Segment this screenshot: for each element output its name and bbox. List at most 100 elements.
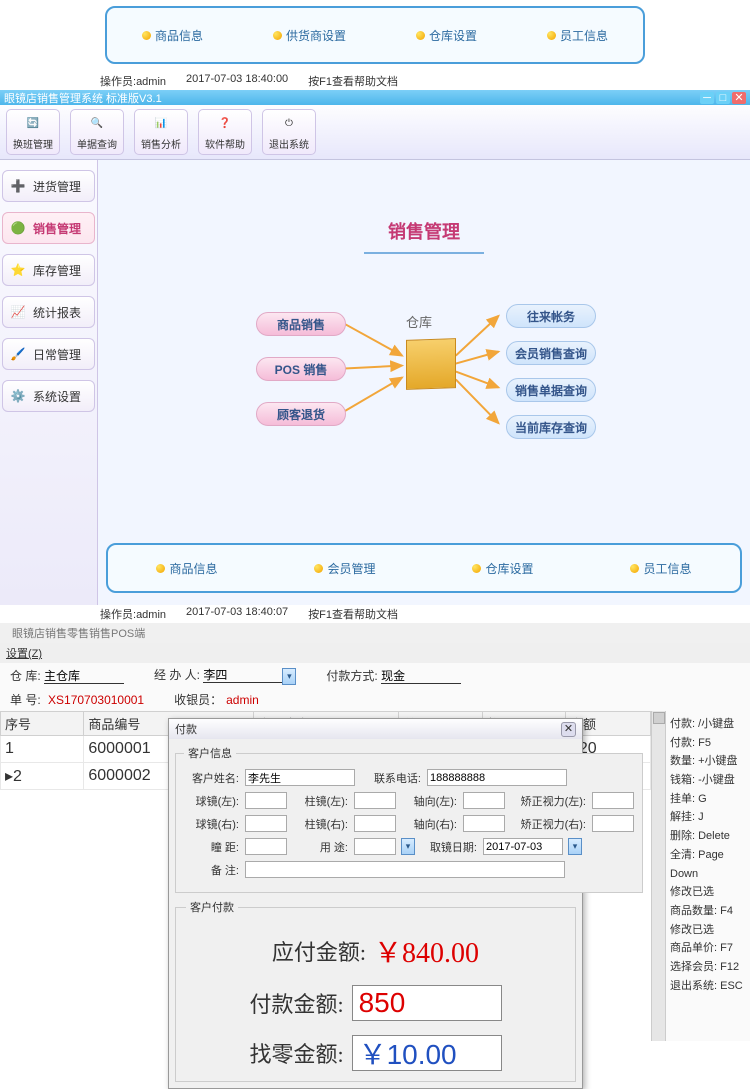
- statusbar-upper: 操作员:admin 2017-07-03 18:40:00 按F1查看帮助文档: [0, 72, 750, 90]
- top-shortcut-panel: 商品信息 供货商设置 仓库设置 员工信息: [105, 6, 645, 64]
- vertical-scrollbar[interactable]: [651, 711, 665, 1041]
- shortcut-hint: 解挂: J: [670, 808, 746, 827]
- pos-window-title: 眼镜店销售零售销售POS端: [0, 623, 750, 643]
- shortcut-hint: 付款: F5: [670, 734, 746, 753]
- tool-swap[interactable]: 🔄换班管理: [6, 109, 60, 155]
- dialog-title: 付款: [175, 721, 197, 737]
- shortcut-hint: 修改已选 商品单价: F7: [670, 921, 746, 958]
- bullet-icon: [547, 31, 556, 40]
- vis-left-input[interactable]: [592, 792, 634, 809]
- shortcut-hints: 付款: /小键盘付款: F5数量: +小键盘钱箱: -小键盘挂单: G解挂: J…: [665, 711, 750, 1041]
- dialog-close-icon[interactable]: ✕: [561, 722, 576, 737]
- sph-left-input[interactable]: [245, 792, 287, 809]
- shortcut-hint: 全清: Page Down: [670, 846, 746, 883]
- pd-input[interactable]: [245, 838, 287, 855]
- sidebar-item-bars[interactable]: 📈统计报表: [2, 296, 95, 328]
- handler-dropdown-icon[interactable]: ▾: [282, 668, 296, 685]
- window-titlebar[interactable]: 眼镜店销售管理系统 标准版V3.1 ─ □ ✕: [0, 90, 750, 105]
- sidebar-item-gear[interactable]: ⚙️系统设置: [2, 380, 95, 412]
- customer-info-fieldset: 客户信息 客户姓名: 联系电话: 球镜(左): 柱镜(左): 轴向(左): 矫正…: [175, 745, 643, 893]
- amount-paid-input[interactable]: [352, 985, 502, 1021]
- shortcut-product-info[interactable]: 商品信息: [142, 27, 203, 44]
- use-dropdown-icon[interactable]: ▾: [401, 838, 415, 855]
- warehouse-label: 仓库: [406, 312, 432, 331]
- fieldset-legend: 客户付款: [186, 899, 238, 915]
- customer-phone-input[interactable]: [427, 769, 567, 786]
- statusbar-middle: 操作员:admin 2017-07-03 18:40:07 按F1查看帮助文档: [0, 605, 750, 623]
- swap-icon: 🔄: [23, 114, 43, 134]
- sidebar-item-plus[interactable]: ➕进货管理: [2, 170, 95, 202]
- col-header: 序号: [1, 712, 84, 736]
- bottom-shortcut-panel: 商品信息 会员管理 仓库设置 员工信息: [106, 543, 742, 593]
- customer-name-input[interactable]: [245, 769, 355, 786]
- note-input[interactable]: [245, 861, 565, 878]
- pickup-date-input[interactable]: [483, 838, 563, 855]
- order-no: XS170703010001: [48, 693, 144, 707]
- exit-icon: ⏻: [279, 114, 299, 134]
- shortcut-staff-2[interactable]: 员工信息: [630, 560, 691, 577]
- close-icon[interactable]: ✕: [732, 92, 746, 104]
- bullet-icon: [142, 31, 151, 40]
- axis-right-input[interactable]: [463, 815, 505, 832]
- page-title: 销售管理: [106, 218, 742, 244]
- shortcut-hint: 删除: Delete: [670, 827, 746, 846]
- sph-right-input[interactable]: [245, 815, 287, 832]
- bullet-icon: [314, 564, 323, 573]
- shortcut-warehouse-2[interactable]: 仓库设置: [472, 560, 533, 577]
- shortcut-hint: 钱箱: -小键盘: [670, 771, 746, 790]
- use-input[interactable]: [354, 838, 396, 855]
- paymode-input[interactable]: [381, 669, 461, 684]
- pill-stock-query[interactable]: 当前库存查询: [506, 415, 596, 439]
- bullet-icon: [472, 564, 481, 573]
- scroll-up-icon[interactable]: [653, 712, 665, 724]
- shortcut-member[interactable]: 会员管理: [314, 560, 375, 577]
- warehouse-input[interactable]: [44, 669, 124, 684]
- sidebar-item-ball[interactable]: 🟢销售管理: [2, 212, 95, 244]
- tool-chart[interactable]: 📊销售分析: [134, 109, 188, 155]
- vis-right-input[interactable]: [592, 815, 634, 832]
- search-icon: 🔍: [87, 114, 107, 134]
- main-toolbar: 🔄换班管理🔍单据查询📊销售分析❓软件帮助⏻退出系统: [0, 105, 750, 160]
- change-value: [352, 1035, 502, 1071]
- bars-icon: 📈: [8, 302, 28, 322]
- axis-left-input[interactable]: [463, 792, 505, 809]
- payment-fieldset: 客户付款 应付金额: ￥840.00 付款金额: 找零金额:: [175, 899, 576, 1082]
- chart-icon: 📊: [151, 114, 171, 134]
- cyl-right-input[interactable]: [354, 815, 396, 832]
- minimize-icon[interactable]: ─: [700, 92, 714, 104]
- pill-member-query[interactable]: 会员销售查询: [506, 341, 596, 365]
- sidebar: ➕进货管理 🟢销售管理 ⭐库存管理 📈统计报表 🖌️日常管理 ⚙️系统设置: [0, 160, 98, 605]
- bullet-icon: [630, 564, 639, 573]
- pill-order-query[interactable]: 销售单据查询: [506, 378, 596, 402]
- gear-icon: ⚙️: [8, 386, 28, 406]
- bullet-icon: [416, 31, 425, 40]
- pill-accounts[interactable]: 往来帐务: [506, 304, 596, 328]
- dialog-titlebar[interactable]: 付款 ✕: [169, 719, 582, 739]
- amount-due-value: ￥840.00: [374, 931, 479, 971]
- shortcut-hint: 退出系统: ESC: [670, 977, 746, 996]
- sidebar-item-brush[interactable]: 🖌️日常管理: [2, 338, 95, 370]
- pill-pos-sales[interactable]: POS 销售: [256, 357, 346, 381]
- cyl-left-input[interactable]: [354, 792, 396, 809]
- shortcut-hint: 修改已选 商品数量: F4: [670, 883, 746, 920]
- handler-input[interactable]: [203, 668, 283, 683]
- content-area: 销售管理 仓库 商品销售 POS 销售 顾客退货 往来帐务: [98, 160, 750, 605]
- sales-diagram: 仓库 商品销售 POS 销售 顾客退货 往来帐务 会员销售查询 销售单据查询 当…: [106, 294, 742, 494]
- payment-dialog: 付款 ✕ 客户信息 客户姓名: 联系电话: 球镜(左): 柱镜(左): 轴向(左…: [168, 718, 583, 1089]
- brush-icon: 🖌️: [8, 344, 28, 364]
- pill-customer-return[interactable]: 顾客退货: [256, 402, 346, 426]
- shortcut-warehouse[interactable]: 仓库设置: [416, 27, 477, 44]
- date-dropdown-icon[interactable]: ▾: [568, 838, 582, 855]
- divider: [364, 252, 484, 254]
- shortcut-product-info-2[interactable]: 商品信息: [156, 560, 217, 577]
- tool-help[interactable]: ❓软件帮助: [198, 109, 252, 155]
- pill-product-sales[interactable]: 商品销售: [256, 312, 346, 336]
- maximize-icon[interactable]: □: [716, 92, 730, 104]
- shortcut-staff[interactable]: 员工信息: [547, 27, 608, 44]
- tool-search[interactable]: 🔍单据查询: [70, 109, 124, 155]
- ball-icon: 🟢: [8, 218, 28, 238]
- tool-exit[interactable]: ⏻退出系统: [262, 109, 316, 155]
- shortcut-supplier[interactable]: 供货商设置: [273, 27, 346, 44]
- pos-menu-settings[interactable]: 设置(Z): [0, 643, 750, 663]
- sidebar-item-star[interactable]: ⭐库存管理: [2, 254, 95, 286]
